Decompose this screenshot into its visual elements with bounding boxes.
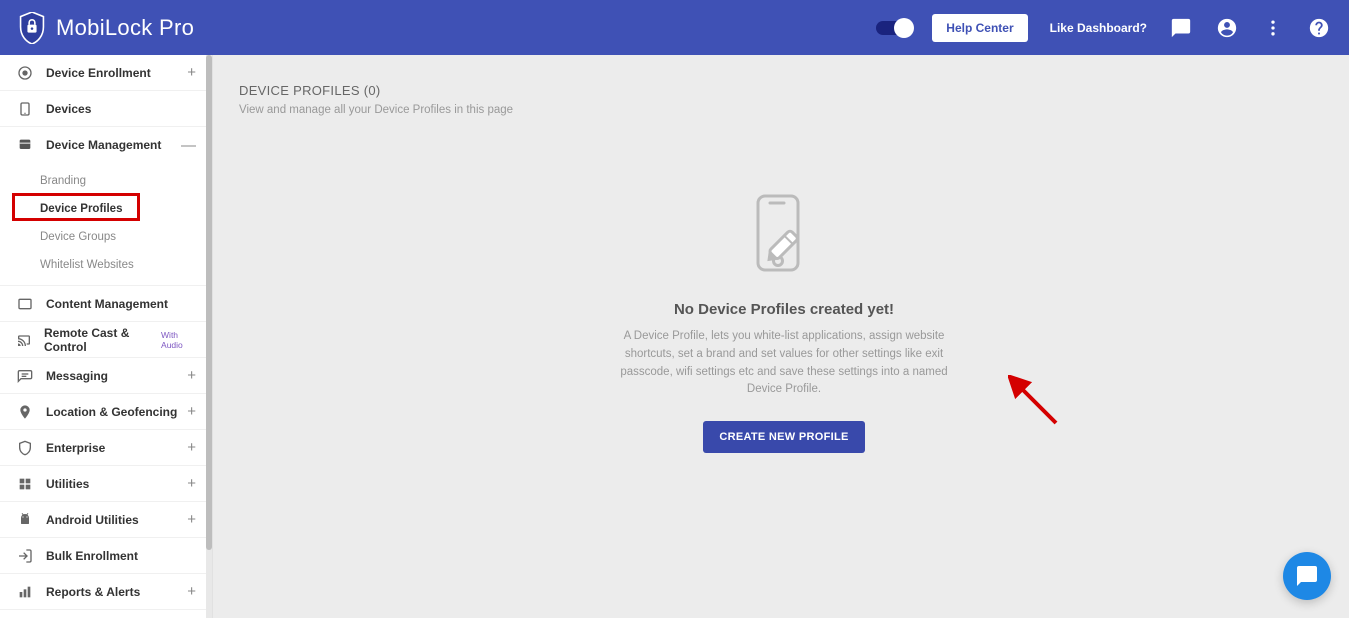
expand-icon: + <box>187 583 196 600</box>
sidebar-item-remote-cast[interactable]: Remote Cast & Control With Audio <box>0 322 212 358</box>
submenu-device-groups[interactable]: Device Groups <box>0 223 212 251</box>
sidebar-item-label: Remote Cast & Control <box>44 326 157 354</box>
folder-icon <box>16 136 34 154</box>
bar-chart-icon <box>16 583 34 601</box>
sidebar-item-android-utilities[interactable]: Android Utilities + <box>0 502 212 538</box>
submenu-label: Branding <box>40 175 86 187</box>
grid-icon <box>16 475 34 493</box>
sidebar-item-label: Device Enrollment <box>46 66 151 80</box>
sidebar-item-label: Messaging <box>46 369 108 383</box>
target-icon <box>16 64 34 82</box>
submenu-label: Whitelist Websites <box>40 259 134 271</box>
sidebar-item-location[interactable]: Location & Geofencing + <box>0 394 212 430</box>
sidebar-item-label: Location & Geofencing <box>46 405 177 419</box>
empty-state-title: No Device Profiles created yet! <box>239 301 1329 318</box>
expand-icon: + <box>187 367 196 384</box>
expand-icon: + <box>187 403 196 420</box>
sidebar-item-reports[interactable]: Reports & Alerts + <box>0 574 212 610</box>
expand-icon: + <box>187 475 196 492</box>
more-menu-icon[interactable] <box>1261 16 1285 40</box>
sidebar-item-label: Content Management <box>46 297 168 311</box>
cast-icon <box>16 331 32 349</box>
login-icon <box>16 547 34 565</box>
with-audio-badge: With Audio <box>161 330 196 350</box>
sidebar-item-messaging[interactable]: Messaging + <box>0 358 212 394</box>
sidebar-item-device-management[interactable]: Device Management — <box>0 127 212 163</box>
app-header: MobiLock Pro Help Center Like Dashboard? <box>0 0 1349 55</box>
main-content: DEVICE PROFILES (0) View and manage all … <box>213 55 1349 618</box>
scrollbar-thumb[interactable] <box>206 55 212 550</box>
sidebar-item-bulk-enrollment[interactable]: Bulk Enrollment <box>0 538 212 574</box>
theme-toggle[interactable] <box>876 21 910 35</box>
brand-area: MobiLock Pro <box>18 12 194 44</box>
sidebar-item-enterprise[interactable]: Enterprise + <box>0 430 212 466</box>
chat-icon[interactable] <box>1169 16 1193 40</box>
expand-icon: + <box>187 439 196 456</box>
account-icon[interactable] <box>1215 16 1239 40</box>
map-pin-icon <box>16 403 34 421</box>
sidebar-item-label: Devices <box>46 102 91 116</box>
tablet-icon <box>16 100 34 118</box>
sidebar-item-label: Reports & Alerts <box>46 585 140 599</box>
sidebar-item-label: Enterprise <box>46 441 105 455</box>
create-new-profile-button[interactable]: CREATE NEW PROFILE <box>703 421 864 453</box>
sidebar-scrollbar[interactable] <box>206 55 212 618</box>
device-management-submenu: Branding Device Profiles Device Groups W… <box>0 163 212 286</box>
message-icon <box>16 367 34 385</box>
android-icon <box>16 511 34 529</box>
page-subtitle: View and manage all your Device Profiles… <box>239 104 1329 116</box>
shield-icon <box>16 439 34 457</box>
empty-state: No Device Profiles created yet! A Device… <box>239 192 1329 453</box>
submenu-branding[interactable]: Branding <box>0 167 212 195</box>
submenu-whitelist-websites[interactable]: Whitelist Websites <box>0 251 212 279</box>
brand-title: MobiLock Pro <box>56 15 194 41</box>
header-actions: Help Center Like Dashboard? <box>876 14 1331 42</box>
sidebar-item-label: Device Management <box>46 138 161 152</box>
sidebar-item-devices[interactable]: Devices <box>0 91 212 127</box>
help-icon[interactable] <box>1307 16 1331 40</box>
toggle-knob <box>894 18 914 38</box>
help-center-button[interactable]: Help Center <box>932 14 1027 42</box>
chat-fab[interactable] <box>1283 552 1331 600</box>
shield-lock-icon <box>18 12 46 44</box>
sidebar-item-label: Android Utilities <box>46 513 139 527</box>
submenu-label: Device Groups <box>40 231 116 243</box>
phone-edit-icon <box>744 192 824 287</box>
annotation-highlight-box <box>12 193 140 221</box>
sidebar: Device Enrollment + Devices Device Manag… <box>0 55 213 618</box>
sidebar-item-device-enrollment[interactable]: Device Enrollment + <box>0 55 212 91</box>
sidebar-item-label: Bulk Enrollment <box>46 549 138 563</box>
content-icon <box>16 295 34 313</box>
sidebar-item-content-management[interactable]: Content Management <box>0 286 212 322</box>
expand-icon: + <box>187 64 196 81</box>
collapse-icon: — <box>181 137 196 154</box>
sidebar-item-utilities[interactable]: Utilities + <box>0 466 212 502</box>
empty-state-description: A Device Profile, lets you white-list ap… <box>614 328 954 399</box>
like-dashboard-link[interactable]: Like Dashboard? <box>1050 21 1147 35</box>
expand-icon: + <box>187 511 196 528</box>
sidebar-item-label: Utilities <box>46 477 89 491</box>
page-title: DEVICE PROFILES (0) <box>239 83 1329 98</box>
